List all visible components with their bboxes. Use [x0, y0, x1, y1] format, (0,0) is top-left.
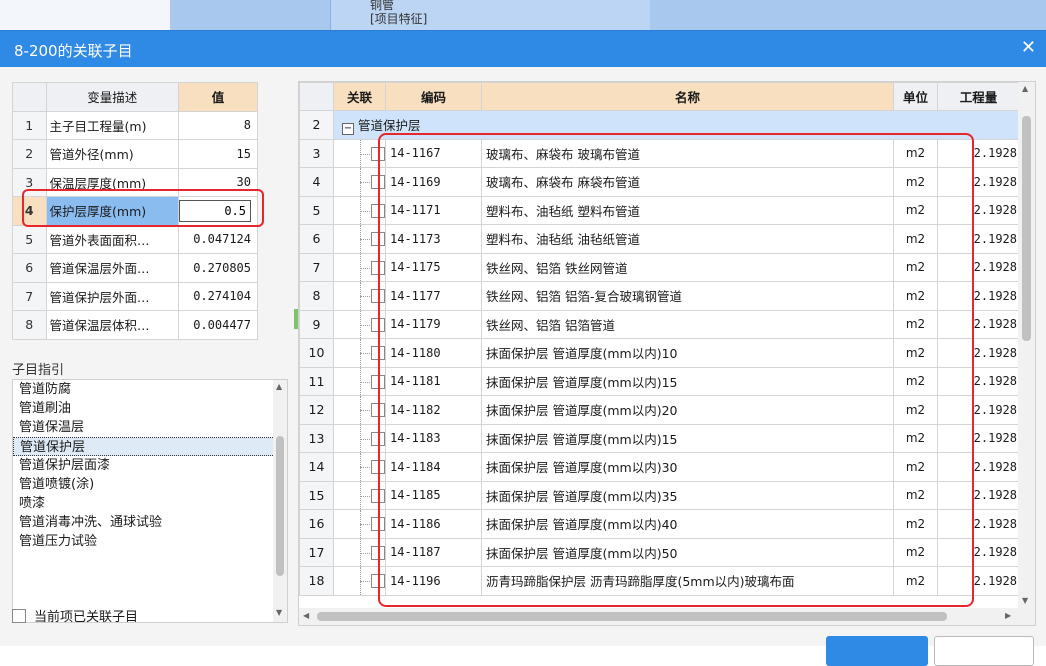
variable-description: 管道外径(mm) — [45, 139, 179, 169]
row-number: 16 — [299, 509, 334, 539]
list-item[interactable]: 管道防腐 — [13, 380, 287, 399]
variable-row[interactable]: 1 主子目工程量(m) 8 — [12, 110, 259, 140]
close-icon[interactable]: ✕ — [1021, 37, 1036, 58]
scroll-right-icon[interactable]: ▶ — [1005, 611, 1011, 620]
list-item[interactable]: 管道压力试验 — [13, 532, 287, 551]
row-number: 8 — [12, 310, 47, 340]
grid-vertical-scrollbar[interactable]: ▲ ▼ — [1018, 82, 1035, 609]
background-window: 铜管 [项目特征] — [0, 0, 1046, 30]
linked-only-checkbox[interactable]: 当前项已关联子目 — [12, 606, 138, 625]
background-text: [项目特征] — [370, 12, 428, 26]
value-cell[interactable]: 0.047124 — [177, 224, 259, 254]
scroll-up-icon[interactable]: ▲ — [1022, 84, 1028, 93]
variable-row[interactable]: 7 管道保护层外面… 0.274104 — [12, 281, 259, 311]
scroll-left-icon[interactable]: ◀ — [303, 611, 309, 620]
list-item[interactable]: 管道消毒冲洗、通球试验 — [13, 513, 287, 532]
row-number: 7 — [12, 281, 47, 311]
value-cell[interactable]: 8 — [177, 110, 259, 140]
cancel-button[interactable] — [934, 636, 1034, 666]
row-number: 2 — [299, 110, 334, 140]
scrollbar-thumb[interactable] — [1022, 116, 1031, 341]
col-header-name[interactable]: 名称 — [481, 82, 894, 111]
scrollbar-thumb[interactable] — [317, 612, 947, 621]
row-number: 11 — [299, 366, 334, 396]
highlight-annotation — [22, 189, 264, 227]
variable-row[interactable]: 8 管道保温层体积… 0.004477 — [12, 310, 259, 340]
variable-description: 管道外表面面积… — [45, 224, 179, 254]
scroll-down-icon[interactable]: ▼ — [1022, 596, 1028, 605]
grid-horizontal-scrollbar[interactable]: ◀ ▶ — [299, 608, 1035, 625]
row-number: 6 — [12, 253, 47, 283]
list-item[interactable]: 管道喷镀(涂) — [13, 475, 287, 494]
col-header-unit[interactable]: 单位 — [893, 82, 938, 111]
col-header-qty[interactable]: 工程量 — [937, 82, 1020, 111]
col-header-value: 值 — [177, 82, 259, 112]
row-number: 1 — [12, 110, 47, 140]
subitem-guide-title: 子目指引 — [12, 363, 65, 378]
checkbox-icon[interactable] — [12, 609, 26, 623]
col-header-num — [299, 82, 334, 111]
row-number: 6 — [299, 224, 334, 254]
dialog-titlebar: 8-200的关联子目 ✕ — [0, 31, 1046, 67]
list-item[interactable]: 管道保护层面漆 — [13, 456, 287, 475]
row-number: 17 — [299, 537, 334, 567]
row-number: 9 — [299, 309, 334, 339]
row-number: 14 — [299, 452, 334, 482]
variable-description: 主子目工程量(m) — [45, 110, 179, 140]
variable-row[interactable]: 5 管道外表面面积… 0.047124 — [12, 224, 259, 254]
list-scrollbar[interactable]: ▲ ▼ — [273, 380, 287, 622]
value-cell[interactable]: 15 — [177, 139, 259, 169]
dialog-title: 8-200的关联子目 — [14, 42, 133, 60]
list-item[interactable]: 喷漆 — [13, 494, 287, 513]
variable-row[interactable]: 6 管道保温层外面… 0.270805 — [12, 253, 259, 283]
variable-description: 管道保温层体积… — [45, 310, 179, 340]
row-number: 2 — [12, 139, 47, 169]
scroll-up-icon[interactable]: ▲ — [276, 382, 282, 391]
value-cell[interactable]: 0.274104 — [177, 281, 259, 311]
row-number: 15 — [299, 480, 334, 510]
row-number: 5 — [12, 224, 47, 254]
col-header-code[interactable]: 编码 — [385, 82, 482, 111]
variable-description: 管道保温层外面… — [45, 253, 179, 283]
col-header-link[interactable]: 关联 — [333, 82, 386, 111]
list-item[interactable]: 管道保护层 — [13, 437, 287, 456]
ok-button[interactable] — [826, 636, 928, 666]
row-number: 7 — [299, 252, 334, 282]
row-number: 12 — [299, 395, 334, 425]
row-number: 10 — [299, 338, 334, 368]
list-item[interactable]: 管道刷油 — [13, 399, 287, 418]
row-number: 13 — [299, 423, 334, 453]
row-number: 4 — [299, 167, 334, 197]
list-item[interactable]: 管道保温层 — [13, 418, 287, 437]
col-header-num — [12, 82, 47, 112]
value-cell[interactable]: 0.004477 — [177, 310, 259, 340]
checkbox-label: 当前项已关联子目 — [34, 610, 139, 625]
subitem-guide-list: 管道防腐 管道刷油 管道保温层 管道保护层 管道保护层面漆 管道喷镀(涂) 喷漆 管道消毒冲洗… — [12, 379, 288, 623]
value-cell[interactable]: 0.270805 — [177, 253, 259, 283]
collapse-icon[interactable]: − — [342, 122, 354, 135]
scrollbar-thumb[interactable] — [276, 436, 284, 576]
row-number: 18 — [299, 566, 334, 596]
scroll-down-icon[interactable]: ▼ — [276, 608, 282, 617]
group-label: 管道保护层 — [358, 117, 421, 133]
col-header-desc: 变量描述 — [45, 82, 179, 112]
row-number: 8 — [299, 281, 334, 311]
row-number: 3 — [299, 138, 334, 168]
highlight-annotation — [378, 133, 974, 607]
row-number: 5 — [299, 195, 334, 225]
variable-row[interactable]: 2 管道外径(mm) 15 — [12, 139, 259, 169]
variable-description: 管道保护层外面… — [45, 281, 179, 311]
